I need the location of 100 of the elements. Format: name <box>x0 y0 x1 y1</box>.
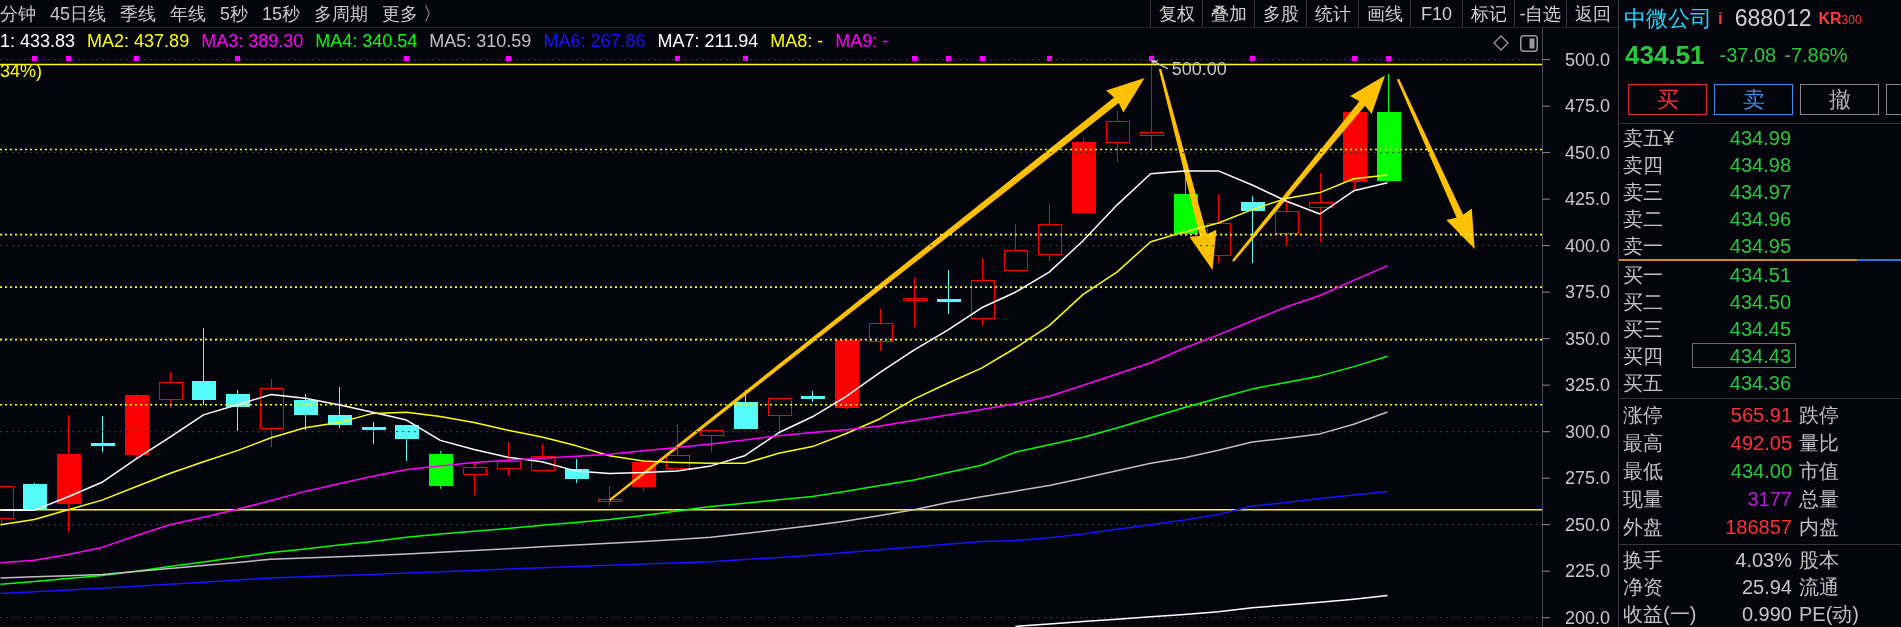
stock-code: 688012 <box>1734 7 1812 30</box>
indicator-value: MA6: 267.86 <box>543 30 646 52</box>
period-tab[interactable]: 分钟 <box>0 4 36 23</box>
stat-label: 外盘 <box>1623 517 1664 537</box>
order-level-label: 卖五¥ <box>1623 127 1676 148</box>
ask-price[interactable]: 434.96 <box>1692 206 1796 231</box>
period-tab[interactable]: 季线 <box>120 4 157 23</box>
stat-label: 收益(一) <box>1623 603 1698 624</box>
stat-value: 4.03% <box>1734 549 1793 570</box>
stat-label: 换手 <box>1623 549 1664 570</box>
panel-toggle-icon[interactable] <box>1520 35 1538 52</box>
toolbar-button[interactable]: 叠加 <box>1202 0 1254 27</box>
square-marker-icon <box>134 56 139 61</box>
axis-label: 350.0 <box>1565 328 1611 349</box>
order-level-label: 卖四 <box>1623 154 1664 175</box>
bid-price[interactable]: 434.36 <box>1692 370 1796 395</box>
toolbar-button[interactable]: -自选 <box>1514 0 1566 27</box>
period-tab[interactable]: 更多 〉 <box>382 4 442 23</box>
stat-label: 最低 <box>1623 461 1664 481</box>
order-level-label: 卖一 <box>1623 235 1664 256</box>
order-level-label: 买一 <box>1623 264 1664 285</box>
diamond-icon[interactable] <box>1493 35 1509 51</box>
toolbar-button[interactable]: 统计 <box>1306 0 1358 27</box>
square-marker-icon <box>675 56 680 61</box>
stat-value: 565.91 <box>1729 405 1793 425</box>
indicator-value: MA3: 389.30 <box>201 30 304 52</box>
stat-value: 492.05 <box>1729 433 1793 453</box>
axis-label: 475.0 <box>1565 96 1611 117</box>
square-marker-icon <box>1250 56 1255 61</box>
axis-label: 300.0 <box>1565 421 1611 442</box>
period-tab[interactable]: 45日线 <box>50 4 107 23</box>
stat-label: 内盘 <box>1799 517 1839 537</box>
square-marker-icon <box>980 56 985 61</box>
info-mark[interactable]: i <box>1718 10 1723 27</box>
stat-value: 0.990 <box>1740 603 1793 624</box>
axis-label: 500.0 <box>1565 49 1611 70</box>
square-marker-icon <box>1386 56 1391 61</box>
axis-label: 250.0 <box>1565 514 1611 535</box>
toolbar-button[interactable]: 多股 <box>1254 0 1306 27</box>
ask-price[interactable]: 434.99 <box>1692 125 1796 150</box>
stat-label: PE(动) <box>1799 603 1859 624</box>
ask-price[interactable]: 434.95 <box>1692 233 1796 258</box>
axis-label: 425.0 <box>1565 189 1611 210</box>
period-tab[interactable]: 15秒 <box>262 4 301 23</box>
indicator-value: MA4: 340.54 <box>315 30 418 52</box>
indicator-value: MA9: - <box>835 30 889 52</box>
ask-price[interactable]: 434.97 <box>1692 179 1796 204</box>
trade-button[interactable]: 卖 <box>1714 84 1793 115</box>
order-level-label: 卖三 <box>1623 181 1664 202</box>
axis-label: 375.0 <box>1565 282 1611 303</box>
toolbar-button[interactable]: 画线 <box>1358 0 1410 27</box>
axis-label: 200.0 <box>1565 607 1611 627</box>
square-marker-icon <box>946 56 951 61</box>
toolbar-button[interactable]: 复权 <box>1150 0 1202 27</box>
bid-price[interactable]: 434.50 <box>1692 289 1796 314</box>
axis-label: 275.0 <box>1565 468 1611 489</box>
stat-value: 3177 <box>1746 489 1793 509</box>
market-tag: KR300 <box>1818 10 1862 27</box>
ask-price[interactable]: 434.98 <box>1692 152 1796 177</box>
square-marker-icon <box>506 56 511 61</box>
indicator-value: MA2: 437.89 <box>87 30 190 52</box>
square-marker-icon <box>404 56 409 61</box>
stat-label: 总量 <box>1799 489 1839 509</box>
trade-button[interactable]: 买 <box>1628 84 1707 115</box>
toolbar-button[interactable]: 标记 <box>1462 0 1514 27</box>
toolbar-button[interactable]: F10 <box>1410 0 1462 27</box>
stat-value: 25.94 <box>1740 576 1793 597</box>
indicator-value: MA7: 211.94 <box>657 30 759 52</box>
period-tab[interactable]: 多周期 <box>314 4 369 23</box>
square-marker-icon <box>743 56 748 61</box>
bid-price[interactable]: 434.45 <box>1692 316 1796 341</box>
square-marker-icon <box>1149 56 1154 61</box>
stat-value: 434.00 <box>1729 461 1793 481</box>
indicator-value: 1: 433.83 <box>0 30 76 52</box>
stat-label: 现量 <box>1623 489 1664 509</box>
stock-name: 中微公司 <box>1624 7 1712 30</box>
bid-price[interactable]: 434.51 <box>1692 262 1796 287</box>
axis-label: 225.0 <box>1565 561 1611 582</box>
toolbar-button[interactable]: 返回 <box>1566 0 1618 27</box>
axis-label: 450.0 <box>1565 142 1611 163</box>
stat-label: 量比 <box>1799 433 1839 453</box>
square-marker-icon <box>912 56 917 61</box>
trade-button[interactable]: 撤 <box>1800 84 1879 115</box>
stat-value: 186857 <box>1724 517 1793 537</box>
cut-off-button[interactable] <box>1886 84 1901 115</box>
price-change: -37.08 <box>1719 45 1777 65</box>
square-marker-icon <box>66 56 71 61</box>
axis-label: 400.0 <box>1565 235 1611 256</box>
stat-label: 跌停 <box>1799 405 1839 425</box>
indicator-value: MA8: - <box>770 30 824 52</box>
square-marker-icon <box>32 56 37 61</box>
square-marker-icon <box>1047 56 1052 61</box>
period-tab[interactable]: 年线 <box>170 4 207 23</box>
bid-price[interactable]: 434.43 <box>1692 343 1796 368</box>
last-price: 434.51 <box>1625 42 1705 68</box>
period-tab[interactable]: 5秒 <box>220 4 249 23</box>
stat-label: 涨停 <box>1623 405 1664 425</box>
stat-label: 流通 <box>1799 576 1839 597</box>
order-level-label: 卖二 <box>1623 208 1664 229</box>
order-level-label: 买五 <box>1623 372 1664 393</box>
